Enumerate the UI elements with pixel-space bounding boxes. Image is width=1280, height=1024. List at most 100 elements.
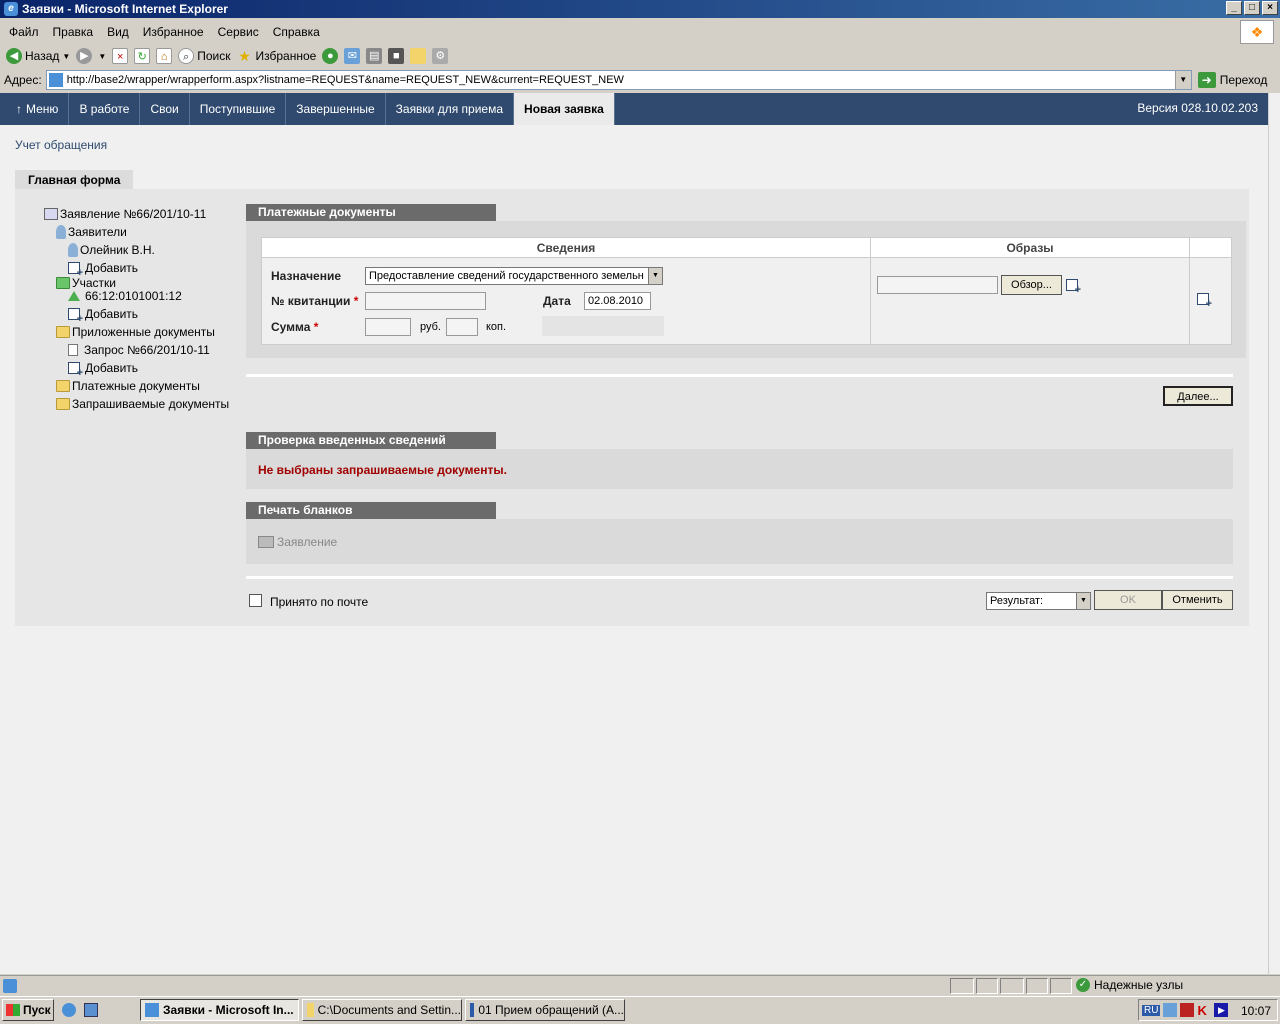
mail-icon[interactable]: ✉ bbox=[344, 48, 361, 64]
back-button[interactable]: ◀ Назад ▼ bbox=[6, 48, 70, 64]
file-path-input[interactable] bbox=[877, 276, 998, 294]
chevron-down-icon[interactable]: ▼ bbox=[98, 52, 106, 61]
desktop-quicklaunch-icon[interactable] bbox=[84, 1003, 98, 1017]
add-image-icon[interactable] bbox=[1066, 279, 1081, 296]
sum-rub-input[interactable] bbox=[365, 318, 411, 336]
sum-kop-input[interactable] bbox=[446, 318, 478, 336]
ie-quicklaunch-icon[interactable] bbox=[62, 1003, 76, 1017]
tree-applicants[interactable]: Заявители bbox=[56, 225, 127, 239]
tree-attached[interactable]: Приложенные документы bbox=[56, 325, 215, 339]
folder-icon bbox=[307, 1003, 314, 1017]
start-button[interactable]: Пуск bbox=[2, 999, 54, 1021]
refresh-icon[interactable]: ↻ bbox=[134, 48, 151, 64]
tree-plot-label: 66:12:0101001:12 bbox=[85, 289, 182, 303]
add-row-icon[interactable] bbox=[1197, 293, 1212, 310]
house-icon bbox=[68, 291, 80, 301]
receipt-label-text: № квитанции bbox=[271, 294, 351, 308]
task-ie-window[interactable]: Заявки - Microsoft In... bbox=[140, 999, 299, 1021]
edit-icon[interactable]: ■ bbox=[388, 48, 405, 64]
tab-main-form[interactable]: Главная форма bbox=[15, 170, 134, 190]
network-icon[interactable] bbox=[1163, 1003, 1178, 1017]
kaspersky-icon[interactable]: K bbox=[1197, 1003, 1211, 1018]
print-icon[interactable]: ▤ bbox=[366, 48, 383, 64]
tree-applicant[interactable]: Олейник В.Н. bbox=[68, 243, 155, 257]
person-icon bbox=[68, 243, 78, 257]
menu-help[interactable]: Справка bbox=[273, 25, 320, 39]
research-icon[interactable]: ⚙ bbox=[432, 48, 449, 64]
menu-tools[interactable]: Сервис bbox=[218, 25, 259, 39]
taskbar: Пуск Заявки - Microsoft In... C:\Documen… bbox=[0, 996, 1280, 1024]
tree-payment-label: Платежные документы bbox=[72, 379, 200, 393]
images-cell bbox=[871, 258, 1189, 344]
ok-button[interactable]: OK bbox=[1094, 590, 1162, 610]
menu-edit[interactable]: Правка bbox=[53, 25, 94, 39]
mail-label: Принято по почте bbox=[270, 595, 369, 609]
nav-in-work[interactable]: В работе bbox=[69, 93, 141, 125]
sum-label-text: Сумма bbox=[271, 320, 311, 334]
tree-attached-label: Приложенные документы bbox=[72, 325, 215, 339]
home-icon[interactable]: ⌂ bbox=[156, 48, 173, 64]
vertical-scrollbar[interactable] bbox=[1268, 93, 1280, 974]
payment-section-header: Платежные документы bbox=[246, 204, 496, 221]
media-icon[interactable]: ● bbox=[322, 48, 339, 64]
task-explorer-window[interactable]: C:\Documents and Settin... bbox=[302, 999, 462, 1021]
nav-incoming[interactable]: Поступившие bbox=[190, 93, 287, 125]
chevron-down-icon[interactable]: ▼ bbox=[1174, 71, 1191, 89]
sum-extra-cell bbox=[542, 316, 664, 336]
tree-add-doc[interactable]: Добавить bbox=[68, 361, 138, 379]
next-button[interactable]: Далее... bbox=[1163, 386, 1233, 406]
favorites-button[interactable]: ★ Избранное bbox=[237, 48, 316, 64]
menu-view[interactable]: Вид bbox=[107, 25, 129, 39]
purpose-select[interactable]: Предоставление сведений государственного… bbox=[365, 267, 663, 285]
task-label: Заявки - Microsoft In... bbox=[163, 1003, 294, 1017]
menu-favorites[interactable]: Избранное bbox=[143, 25, 204, 39]
menu-file[interactable]: Файл bbox=[9, 25, 39, 39]
search-icon: ⌕ bbox=[178, 48, 195, 64]
date-input[interactable]: 02.08.2010 bbox=[584, 292, 651, 310]
sum-label: Сумма * bbox=[271, 320, 318, 334]
nav-own[interactable]: Свои bbox=[140, 93, 190, 125]
tree-add-plot[interactable]: Добавить bbox=[68, 307, 138, 325]
folder-icon bbox=[56, 380, 70, 392]
nav-completed[interactable]: Завершенные bbox=[286, 93, 386, 125]
tree-requested-label: Запрашиваемые документы bbox=[72, 397, 230, 411]
tree-add-applicant[interactable]: Добавить bbox=[68, 261, 138, 279]
status-bar: ✓ Надежные узлы bbox=[0, 975, 1280, 995]
antivirus-icon[interactable] bbox=[1180, 1003, 1195, 1017]
tree-plots[interactable]: Участки bbox=[56, 276, 116, 290]
receipt-input[interactable] bbox=[365, 292, 486, 310]
address-bar: Адрес: http://base2/wrapper/wrapperform.… bbox=[0, 69, 1280, 91]
print-section-body: Заявление bbox=[246, 519, 1233, 564]
nav-new-request[interactable]: Новая заявка bbox=[514, 93, 615, 125]
folder-icon bbox=[56, 398, 70, 410]
forward-button[interactable]: ▶ bbox=[76, 48, 93, 64]
mail-checkbox[interactable] bbox=[249, 594, 262, 607]
discuss-icon[interactable] bbox=[410, 48, 427, 64]
tree-plot[interactable]: 66:12:0101001:12 bbox=[68, 289, 182, 303]
task-word-window[interactable]: 01 Прием обращений (А... bbox=[465, 999, 625, 1021]
tree-requested[interactable]: Запрашиваемые документы bbox=[56, 397, 229, 411]
language-indicator[interactable]: RU bbox=[1142, 1004, 1161, 1016]
search-button[interactable]: ⌕ Поиск bbox=[178, 48, 231, 64]
card-icon bbox=[44, 208, 58, 220]
media-player-icon[interactable]: ▶ bbox=[1214, 1003, 1229, 1017]
address-input[interactable]: http://base2/wrapper/wrapperform.aspx?li… bbox=[45, 70, 1192, 90]
stop-icon[interactable]: × bbox=[112, 48, 129, 64]
maximize-button[interactable]: □ bbox=[1244, 1, 1260, 15]
col-info-header: Сведения bbox=[262, 238, 870, 258]
result-select[interactable]: Результат: ▼ bbox=[986, 592, 1091, 610]
cancel-button[interactable]: Отменить bbox=[1162, 590, 1233, 610]
tree-request[interactable]: Запрос №66/201/10-11 bbox=[68, 343, 210, 357]
tree-root[interactable]: Заявление №66/201/10-11 bbox=[44, 207, 206, 221]
browse-button[interactable]: Обзор... bbox=[1001, 275, 1062, 295]
nav-for-receipt[interactable]: Заявки для приема bbox=[386, 93, 515, 125]
folder-icon bbox=[56, 326, 70, 338]
close-button[interactable]: × bbox=[1262, 1, 1278, 15]
nav-menu[interactable]: ↑ Меню bbox=[0, 93, 70, 125]
tree-payment[interactable]: Платежные документы bbox=[56, 379, 200, 393]
go-button[interactable]: ➜ Переход bbox=[1197, 72, 1267, 88]
minimize-button[interactable]: _ bbox=[1226, 1, 1242, 15]
status-pane bbox=[1026, 978, 1048, 994]
print-statement-link[interactable]: Заявление bbox=[258, 535, 337, 549]
chevron-down-icon[interactable]: ▼ bbox=[62, 52, 70, 61]
